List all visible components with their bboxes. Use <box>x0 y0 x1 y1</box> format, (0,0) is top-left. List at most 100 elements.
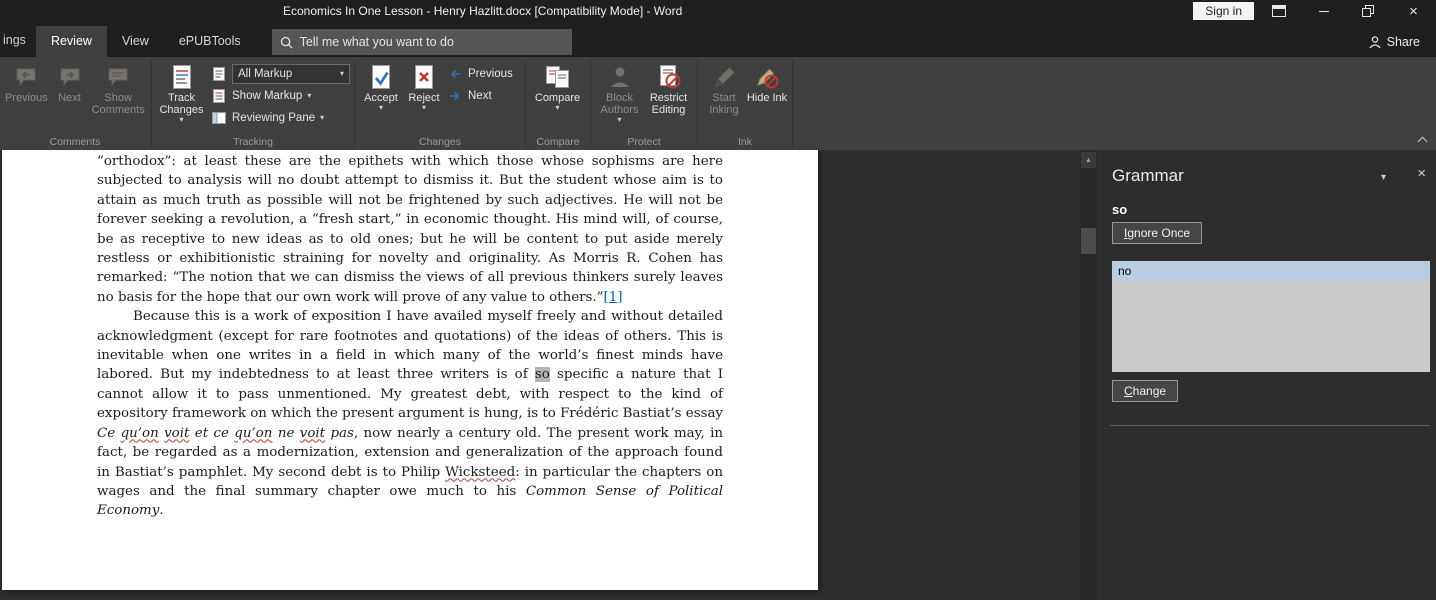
restrict-editing-button[interactable]: Restrict Editing <box>644 59 693 116</box>
chevron-down-icon: ▾ <box>320 112 325 122</box>
text-run: “orthodox”: at least these are the epith… <box>97 154 723 305</box>
show-comments-icon <box>106 62 130 92</box>
button-label: Reviewing Pane <box>232 111 316 124</box>
collapse-ribbon-button[interactable] <box>1417 136 1428 147</box>
paragraph: Because this is a work of exposition I h… <box>97 307 723 520</box>
vertical-scrollbar[interactable]: ▲ <box>1080 150 1097 600</box>
scroll-up-button[interactable]: ▲ <box>1081 152 1096 168</box>
next-change-button[interactable]: Next <box>447 86 513 105</box>
selected-option: All Markup <box>238 67 293 80</box>
paragraph: “orthodox”: at least these are the epith… <box>97 152 723 307</box>
ribbon-group-changes: Accept ▾ Reject ▾ Previous Next Changes <box>356 57 524 150</box>
group-separator <box>525 60 526 147</box>
button-label: Restrict Editing <box>649 92 688 116</box>
tab-epubtools[interactable]: ePUBTools <box>164 26 256 57</box>
group-label-changes: Changes <box>418 136 462 148</box>
document-workspace: “orthodox”: at least these are the epith… <box>0 150 1436 600</box>
chevron-down-icon: ▾ <box>307 90 312 100</box>
button-label: Show Comments <box>91 92 145 116</box>
button-label-rest: gnore Once <box>1127 226 1191 240</box>
button-label-rest: hange <box>1132 384 1167 398</box>
group-label-ink: Ink <box>737 136 752 148</box>
titlebar: Economics In One Lesson - Henry Hazlitt.… <box>0 0 1436 22</box>
ribbon-group-protect: Block Authors ▾ Restrict Editing Protect <box>592 57 696 150</box>
button-label: Track Changes <box>159 92 204 116</box>
minimize-button[interactable] <box>1301 0 1346 22</box>
ribbon: Previous Next Show Comments Comments Tra… <box>0 57 1436 150</box>
group-label-comments: Comments <box>49 136 101 148</box>
flagged-word: so <box>1112 202 1128 217</box>
text-run: qu’on <box>120 425 159 441</box>
document-page[interactable]: “orthodox”: at least these are the epith… <box>2 150 818 590</box>
compare-button[interactable]: Compare ▾ <box>530 59 585 112</box>
suggestions-list[interactable]: no <box>1112 261 1430 372</box>
ribbon-display-options-icon <box>1271 5 1286 17</box>
chevron-down-icon: ▾ <box>555 103 560 112</box>
track-changes-icon <box>170 62 194 92</box>
show-markup-button[interactable]: Show Markup ▾ <box>211 86 350 105</box>
tell-me-search[interactable]: Tell me what you want to do <box>271 29 572 55</box>
close-button[interactable]: × <box>1391 0 1436 22</box>
block-authors-button[interactable]: Block Authors ▾ <box>595 59 644 124</box>
start-inking-icon <box>712 62 736 92</box>
window-controls: × <box>1256 0 1436 22</box>
display-for-review-select[interactable]: All Markup ▾ <box>232 63 350 84</box>
text-run: ne <box>272 425 300 441</box>
start-inking-button[interactable]: Start Inking <box>702 59 746 116</box>
pane-close-icon[interactable]: × <box>1417 165 1426 182</box>
sign-in-button[interactable]: Sign in <box>1193 2 1254 20</box>
share-button[interactable]: Share <box>1368 35 1420 49</box>
track-changes-button[interactable]: Track Changes ▾ <box>156 59 207 124</box>
chevron-down-icon: ▾ <box>421 103 426 112</box>
show-comments-button[interactable]: Show Comments <box>89 59 147 116</box>
button-label: Hide Ink <box>746 92 788 104</box>
scrollbar-thumb[interactable] <box>1081 228 1096 254</box>
group-separator <box>354 60 355 147</box>
ribbon-display-options-button[interactable] <box>1256 0 1301 22</box>
ignore-once-button[interactable]: Ignore Once <box>1112 222 1203 244</box>
restrict-editing-icon <box>656 62 682 92</box>
reviewing-pane-button[interactable]: Reviewing Pane ▾ <box>211 108 350 127</box>
document-text[interactable]: “orthodox”: at least these are the epith… <box>2 150 818 521</box>
text-run: Wicksteed <box>445 464 516 480</box>
change-button[interactable]: Change <box>1112 380 1179 402</box>
block-authors-icon <box>608 62 632 92</box>
previous-comment-button[interactable]: Previous <box>3 59 50 104</box>
display-for-review-row: All Markup ▾ <box>211 63 350 84</box>
text-run: et ce <box>189 425 235 441</box>
group-label-protect: Protect <box>627 136 661 148</box>
next-comment-icon <box>58 62 82 92</box>
chevron-down-icon: ▾ <box>339 68 344 78</box>
pane-separator <box>1110 425 1430 426</box>
tab-mailings-partial[interactable]: ings <box>0 33 36 47</box>
accept-button[interactable]: Accept ▾ <box>359 59 403 112</box>
text-run: pas <box>325 425 354 441</box>
tracking-options-column: All Markup ▾ Show Markup ▾ Reviewing Pan… <box>207 59 350 127</box>
tab-view[interactable]: View <box>107 26 164 57</box>
ribbon-tab-bar: ings Review View ePUBTools Tell me what … <box>0 22 1436 57</box>
tell-me-placeholder: Tell me what you want to do <box>299 35 454 49</box>
window-title: Economics In One Lesson - Henry Hazlitt.… <box>283 4 683 18</box>
group-separator <box>792 60 793 147</box>
tab-review[interactable]: Review <box>35 26 107 57</box>
changes-nav-column: Previous Next <box>445 59 513 105</box>
hide-ink-button[interactable]: Hide Ink <box>746 59 788 104</box>
next-comment-button[interactable]: Next <box>50 59 90 104</box>
chevron-down-icon: ▾ <box>617 115 622 124</box>
footnote-link[interactable]: [1] <box>604 290 623 305</box>
pane-options-chevron-icon[interactable]: ▾ <box>1381 172 1386 183</box>
pane-title: Grammar <box>1112 166 1184 185</box>
show-markup-icon <box>211 88 227 104</box>
reject-button[interactable]: Reject ▾ <box>403 59 445 112</box>
chevron-down-icon: ▾ <box>378 103 383 112</box>
button-label: Start Inking <box>709 92 739 116</box>
text-run: . <box>159 503 164 519</box>
previous-change-button[interactable]: Previous <box>447 64 513 83</box>
suggestion-item[interactable]: no <box>1112 261 1430 281</box>
scroll-up-icon: ▲ <box>1085 156 1092 164</box>
text-run: so <box>534 367 550 383</box>
restore-button[interactable] <box>1346 0 1391 22</box>
reviewing-pane-icon <box>211 110 227 126</box>
previous-change-icon <box>447 66 463 82</box>
search-icon <box>280 36 293 49</box>
